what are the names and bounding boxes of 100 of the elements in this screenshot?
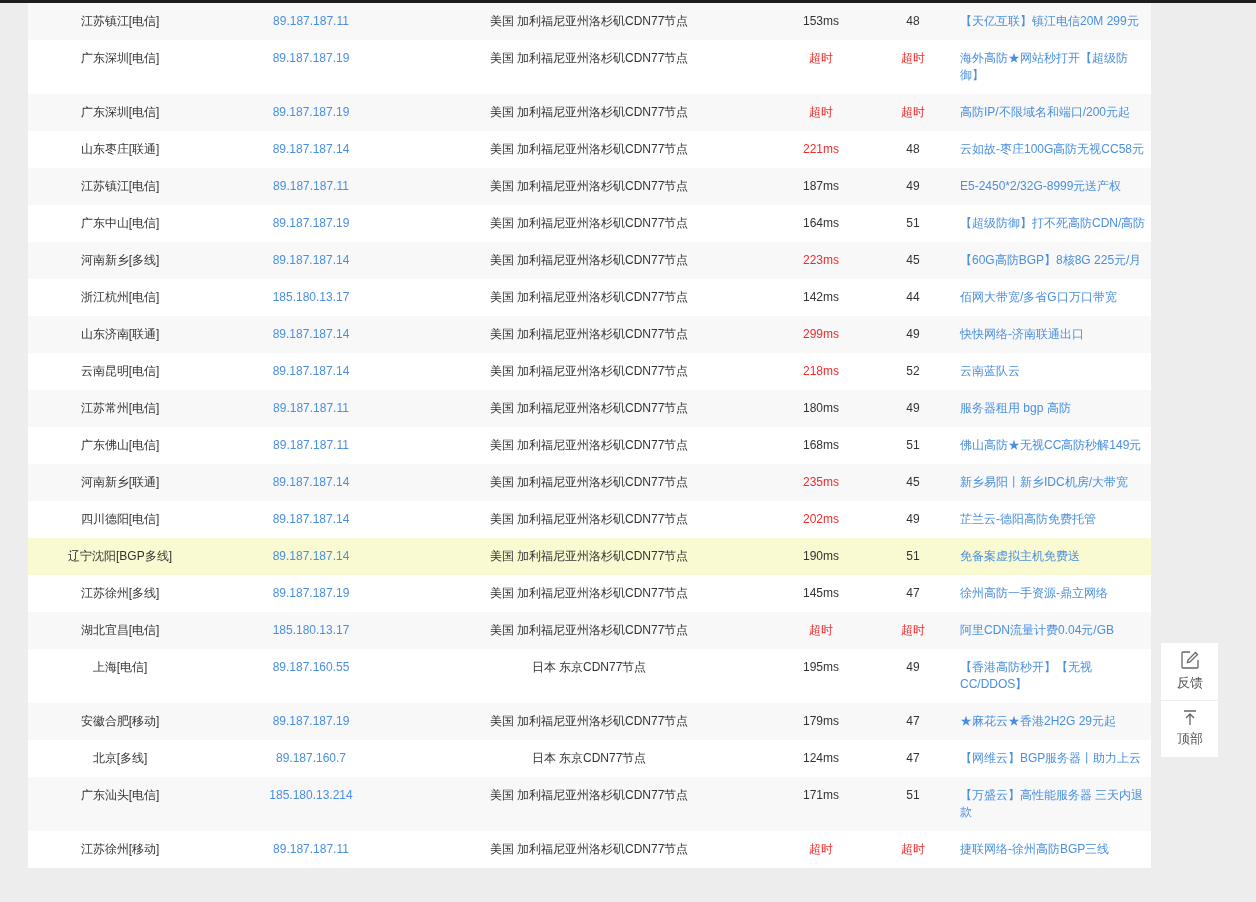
ad-link[interactable]: 快快网络-济南联通出口 [960, 326, 1147, 343]
location-text: 江苏镇江[电信] [80, 14, 160, 28]
node-text: 美国 加利福尼亚州洛杉矶CDN77节点 [489, 142, 689, 156]
ttl-text: 51 [906, 216, 920, 230]
ad-link[interactable]: 【网维云】BGP服务器丨助力上云 [960, 750, 1147, 767]
location-text: 浙江杭州[电信] [80, 290, 160, 304]
node-text: 美国 加利福尼亚州洛杉矶CDN77节点 [489, 105, 689, 119]
latency-text: 195ms [803, 660, 839, 674]
location-text: 广东中山[电信] [80, 216, 160, 230]
ip-link[interactable]: 89.187.160.7 [275, 751, 347, 765]
location-text: 河南新乡[联通] [80, 475, 160, 489]
node-text: 美国 加利福尼亚州洛杉矶CDN77节点 [489, 401, 689, 415]
ip-link[interactable]: 89.187.187.19 [272, 714, 350, 728]
ad-link[interactable]: 捷联网络-徐州高防BGP三线 [960, 841, 1147, 858]
ip-link[interactable]: 89.187.187.14 [272, 549, 350, 563]
ip-link[interactable]: 185.180.13.17 [272, 290, 350, 304]
latency-text: 299ms [803, 327, 839, 341]
location-text: 上海[电信] [92, 660, 148, 674]
edit-icon [1179, 650, 1200, 671]
node-text: 美国 加利福尼亚州洛杉矶CDN77节点 [489, 290, 689, 304]
ip-link[interactable]: 185.180.13.17 [272, 623, 350, 637]
node-text: 美国 加利福尼亚州洛杉矶CDN77节点 [489, 216, 689, 230]
latency-text: 202ms [803, 512, 839, 526]
ttl-text: 49 [906, 327, 920, 341]
latency-text: 187ms [803, 179, 839, 193]
location-text: 广东深圳[电信] [80, 105, 160, 119]
ttl-text: 51 [906, 438, 920, 452]
latency-text: 218ms [803, 364, 839, 378]
location-text: 山东枣庄[联通] [80, 142, 160, 156]
arrow-up-icon [1182, 709, 1197, 726]
ttl-text: 49 [906, 660, 920, 674]
latency-text: 超时 [809, 51, 833, 65]
latency-text: 223ms [803, 253, 839, 267]
latency-text: 142ms [803, 290, 839, 304]
ad-link[interactable]: 云南蓝队云 [960, 363, 1147, 380]
ad-link[interactable]: 【香港高防秒开】【无视CC/DDOS】 [960, 659, 1147, 693]
ad-link[interactable]: 高防IP/不限域名和端口/200元起 [960, 104, 1147, 121]
location-text: 广东深圳[电信] [80, 51, 160, 65]
ad-link[interactable]: 【万盛云】高性能服务器 三天内退款 [960, 787, 1147, 821]
ip-link[interactable]: 89.187.187.14 [272, 512, 350, 526]
node-text: 美国 加利福尼亚州洛杉矶CDN77节点 [489, 714, 689, 728]
ip-link[interactable]: 89.187.187.11 [273, 14, 349, 28]
ad-link[interactable]: 服务器租用 bgp 高防 [960, 400, 1147, 417]
latency-text: 171ms [803, 788, 839, 802]
location-text: 四川德阳[电信] [80, 512, 160, 526]
ad-link[interactable]: 徐州高防一手资源-鼎立网络 [960, 585, 1147, 602]
ad-link[interactable]: ★麻花云★香港2H2G 29元起 [960, 713, 1147, 730]
ttl-text: 超时 [901, 623, 925, 637]
latency-text: 164ms [803, 216, 839, 230]
ttl-text: 48 [906, 14, 920, 28]
latency-text: 221ms [803, 142, 839, 156]
location-text: 江苏徐州[多线] [80, 586, 160, 600]
ad-link[interactable]: 阿里CDN流量计费0.04元/GB [960, 622, 1147, 639]
ip-link[interactable]: 89.187.160.55 [272, 660, 350, 674]
ttl-text: 52 [906, 364, 920, 378]
ip-link[interactable]: 89.187.187.19 [272, 51, 350, 65]
ip-link[interactable]: 185.180.13.214 [269, 788, 353, 802]
node-text: 日本 东京CDN77节点 [531, 660, 647, 674]
location-text: 山东济南[联通] [80, 327, 160, 341]
ad-link[interactable]: 云如故-枣庄100G高防无视CC58元 [960, 141, 1147, 158]
node-text: 美国 加利福尼亚州洛杉矶CDN77节点 [489, 327, 689, 341]
latency-text: 145ms [803, 586, 839, 600]
ad-link[interactable]: 【60G高防BGP】8核8G 225元/月 [960, 252, 1147, 269]
ip-link[interactable]: 89.187.187.11 [273, 842, 349, 856]
ad-link[interactable]: 【天亿互联】镇江电信20M 299元 [960, 13, 1147, 30]
ip-link[interactable]: 89.187.187.19 [272, 105, 350, 119]
latency-text: 168ms [803, 438, 839, 452]
ip-link[interactable]: 89.187.187.11 [273, 401, 349, 415]
ad-link[interactable]: 新乡易阳丨新乡IDC机房/大带宽 [960, 474, 1147, 491]
location-text: 辽宁沈阳[BGP多线] [68, 549, 172, 563]
ad-link[interactable]: 【超级防御】打不死高防CDN/高防 [960, 215, 1147, 232]
ip-link[interactable]: 89.187.187.11 [273, 179, 349, 193]
ip-link[interactable]: 89.187.187.19 [272, 216, 350, 230]
location-text: 云南昆明[电信] [80, 364, 160, 378]
ad-link[interactable]: 佰网大带宽/多省G口万口带宽 [960, 289, 1147, 306]
latency-text: 190ms [803, 549, 839, 563]
location-text: 安徽合肥[移动] [80, 714, 160, 728]
ip-link[interactable]: 89.187.187.14 [272, 364, 350, 378]
node-text: 美国 加利福尼亚州洛杉矶CDN77节点 [489, 438, 689, 452]
latency-text: 235ms [803, 475, 839, 489]
ad-link[interactable]: 免备案虚拟主机免费送 [960, 548, 1147, 565]
ad-link[interactable]: 海外高防★网站秒打开【超级防御】 [960, 50, 1147, 84]
ip-link[interactable]: 89.187.187.14 [272, 142, 350, 156]
latency-text: 180ms [803, 401, 839, 415]
location-text: 江苏徐州[移动] [80, 842, 160, 856]
ip-link[interactable]: 89.187.187.14 [272, 327, 350, 341]
ip-link[interactable]: 89.187.187.14 [272, 475, 350, 489]
ad-link[interactable]: 芷兰云-德阳高防免费托管 [960, 511, 1147, 528]
ad-link[interactable]: E5-2450*2/32G-8999元送产权 [960, 178, 1147, 195]
ttl-text: 49 [906, 401, 920, 415]
ip-link[interactable]: 89.187.187.14 [272, 253, 350, 267]
ttl-text: 超时 [901, 842, 925, 856]
ip-link[interactable]: 89.187.187.11 [273, 438, 349, 452]
ad-link[interactable]: 佛山高防★无视CC高防秒解149元 [960, 437, 1147, 454]
node-text: 美国 加利福尼亚州洛杉矶CDN77节点 [489, 51, 689, 65]
latency-text: 179ms [803, 714, 839, 728]
ttl-text: 51 [906, 549, 920, 563]
node-text: 美国 加利福尼亚州洛杉矶CDN77节点 [489, 549, 689, 563]
ttl-text: 47 [906, 751, 920, 765]
ip-link[interactable]: 89.187.187.19 [272, 586, 350, 600]
